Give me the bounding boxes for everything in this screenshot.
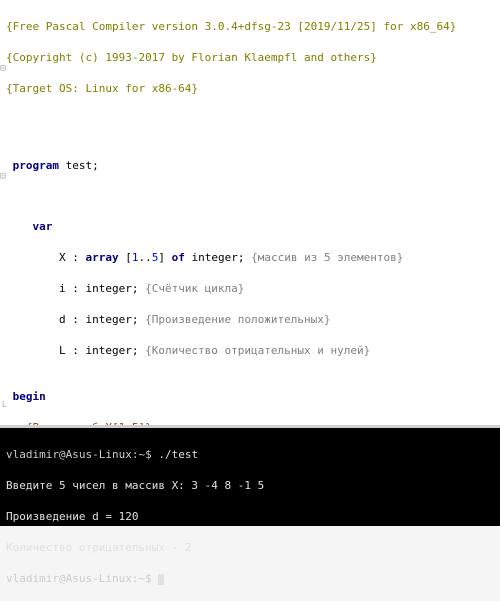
kw-begin: begin [13,390,46,403]
comment: {Ввести таб X[1:5]} [26,421,152,428]
kw-array: array [85,251,118,264]
code-editor[interactable]: {Free Pascal Compiler version 3.0.4+dfsg… [0,0,500,428]
terminal-cursor [158,574,164,585]
terminal-output: Произведение d = 120 [6,509,494,524]
terminal-command: ./test [158,448,198,461]
bracket: [ [119,251,132,264]
comment: {Произведение положительных} [145,313,330,326]
comment: {Счётчик цикла} [145,282,244,295]
comment: {Количество отрицательных и нулей} [145,344,370,357]
decl-x: X : [6,251,85,264]
comment: {массив из 5 элементов} [251,251,403,264]
fold-mark: ⊟ [0,170,6,184]
terminal-prompt: vladimir@Asus-Linux:~$ [6,448,158,461]
terminal-output: Введите 5 чисел в массив X: 3 -4 8 -1 5 [6,478,494,493]
type-integer: integer; [185,251,251,264]
compiler-header-3: {Target OS: Linux for x86-64} [6,82,198,95]
decl-d: d : integer; [6,313,145,326]
decl-i: i : integer; [6,282,145,295]
range-dots: .. [138,251,151,264]
compiler-header-1: {Free Pascal Compiler version 3.0.4+dfsg… [6,20,456,33]
compiler-header-2: {Copyright (c) 1993-2017 by Florian Klae… [6,51,377,64]
fold-mark: ⊟ [0,62,6,76]
terminal[interactable]: vladimir@Asus-Linux:~$ ./test Введите 5 … [0,428,500,526]
end-mark: └ [0,401,6,415]
decl-L: L : integer; [6,344,145,357]
kw-program: program [13,159,59,172]
bracket: ] [158,251,171,264]
kw-of: of [172,251,185,264]
program-name: test; [59,159,99,172]
terminal-output: Количество отрицательных - 2 [6,540,494,555]
terminal-prompt: vladimir@Asus-Linux:~$ [6,572,158,585]
kw-var: var [33,220,53,233]
